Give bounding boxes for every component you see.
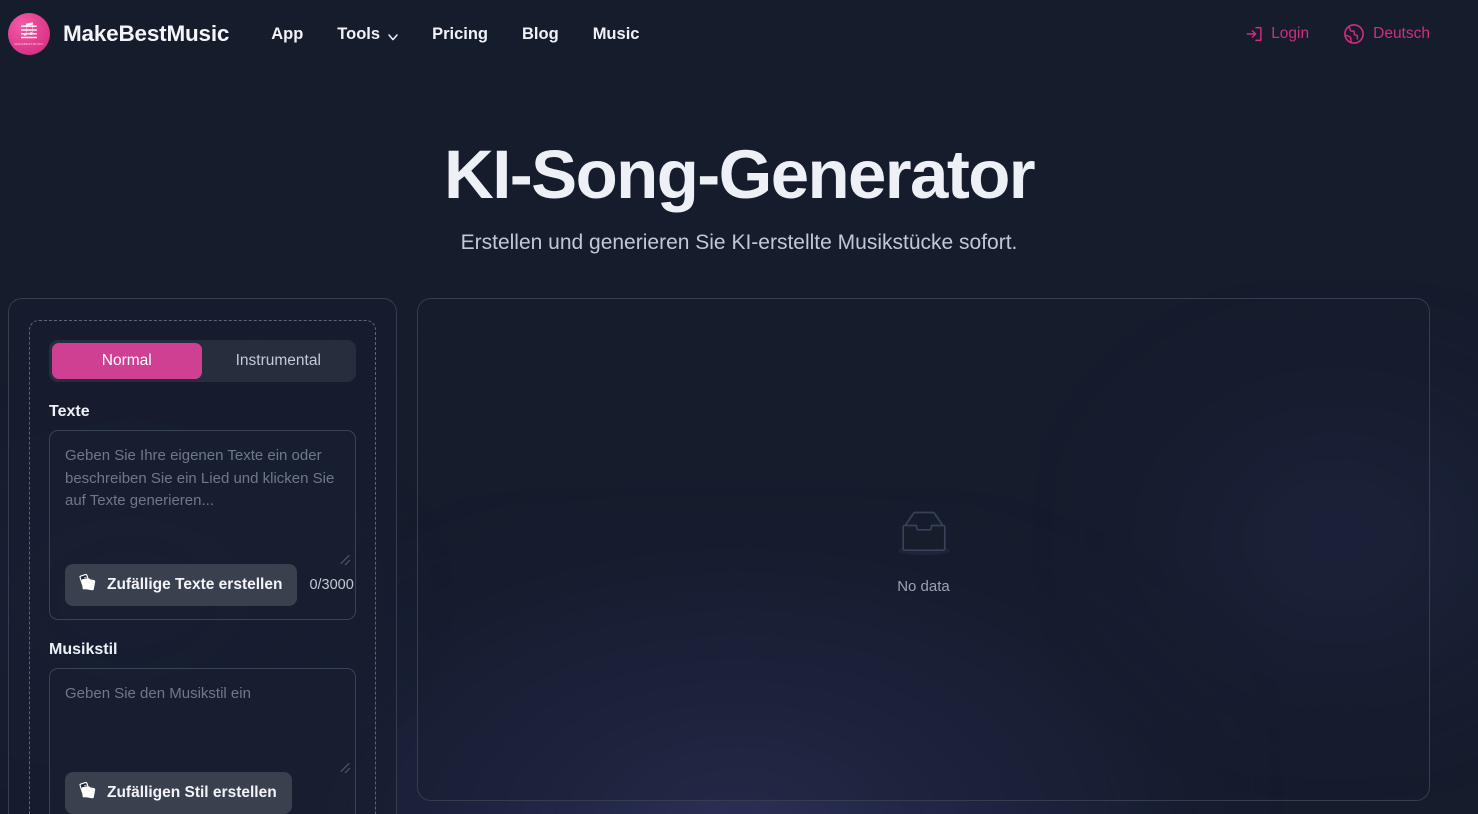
page-subtitle: Erstellen und generieren Sie KI-erstellt…: [460, 231, 1018, 255]
generate-random-style-label: Zufälligen Stil erstellen: [107, 784, 277, 802]
results-panel: No data: [417, 298, 1430, 802]
generate-random-lyrics-button[interactable]: ? Zufällige Texte erstellen: [65, 564, 298, 607]
empty-state: No data: [418, 505, 1429, 595]
hero-section: KI-Song-Generator Erstellen und generier…: [0, 68, 1478, 255]
nav-item-pricing[interactable]: Pricing: [432, 25, 488, 44]
site-header: MAKEBESTMUSIC MakeBestMusic App Tools Pr…: [0, 0, 1478, 68]
nav-item-label: Music: [592, 24, 640, 43]
dice-cards-icon: ?: [78, 573, 97, 597]
nav-item-tools[interactable]: Tools: [337, 25, 398, 44]
workspace: Normal Instrumental Texte Geben Sie Ihre…: [0, 298, 1478, 814]
brand-name: MakeBestMusic: [63, 21, 230, 46]
style-resize-handle[interactable]: [339, 759, 351, 771]
page-title: KI-Song-Generator: [444, 136, 1036, 213]
lyrics-textarea[interactable]: Geben Sie Ihre eigenen Texte ein oder be…: [49, 430, 356, 621]
empty-state-label: No data: [897, 577, 950, 595]
nav-item-app[interactable]: App: [271, 25, 303, 44]
globe-icon: [1343, 23, 1365, 45]
tab-normal[interactable]: Normal: [52, 343, 202, 380]
dice-cards-icon: ?: [78, 781, 97, 805]
nav-item-blog[interactable]: Blog: [522, 25, 559, 44]
lyrics-char-counter: 0/3000: [309, 577, 354, 594]
generate-random-style-button[interactable]: ? Zufälligen Stil erstellen: [65, 772, 292, 814]
generate-random-lyrics-label: Zufällige Texte erstellen: [107, 576, 283, 594]
brand-logo[interactable]: MAKEBESTMUSIC MakeBestMusic: [8, 13, 229, 55]
style-footer: ? Zufälligen Stil erstellen: [65, 772, 340, 814]
nav-item-label: App: [271, 24, 304, 43]
generator-form-inner: Normal Instrumental Texte Geben Sie Ihre…: [29, 320, 376, 814]
lyrics-resize-handle[interactable]: [339, 551, 351, 563]
inbox-empty-icon: [892, 505, 956, 564]
style-placeholder: Geben Sie den Musikstil ein: [65, 685, 251, 703]
lyrics-label: Texte: [49, 403, 90, 421]
language-label: Deutsch: [1373, 25, 1430, 42]
main-nav: App Tools Pricing Blog Music: [271, 25, 639, 44]
tab-label: Normal: [101, 352, 152, 370]
style-textarea[interactable]: Geben Sie den Musikstil ein ? Zufälligen…: [49, 668, 356, 814]
nav-item-label: Blog: [522, 24, 559, 43]
nav-item-label: Tools: [337, 24, 381, 43]
login-label: Login: [1271, 25, 1310, 42]
music-notes-logo-icon: MAKEBESTMUSIC: [8, 13, 50, 55]
chevron-down-icon: [387, 29, 398, 40]
lyrics-footer: ? Zufällige Texte erstellen 0/3000: [65, 564, 354, 619]
generator-form-panel: Normal Instrumental Texte Geben Sie Ihre…: [8, 298, 397, 814]
mode-tabs: Normal Instrumental: [49, 340, 356, 383]
style-label: Musikstil: [49, 641, 118, 659]
tab-instrumental[interactable]: Instrumental: [204, 343, 354, 379]
nav-item-music[interactable]: Music: [593, 25, 640, 44]
login-arrow-icon: [1245, 25, 1263, 43]
language-switcher[interactable]: Deutsch: [1343, 23, 1430, 45]
svg-text:MAKEBESTMUSIC: MAKEBESTMUSIC: [14, 42, 44, 46]
login-button[interactable]: Login: [1245, 25, 1309, 43]
header-actions: Login Deutsch: [1245, 23, 1430, 45]
tab-label: Instrumental: [235, 352, 321, 370]
nav-item-label: Pricing: [432, 24, 489, 43]
lyrics-placeholder: Geben Sie Ihre eigenen Texte ein oder be…: [65, 447, 335, 510]
